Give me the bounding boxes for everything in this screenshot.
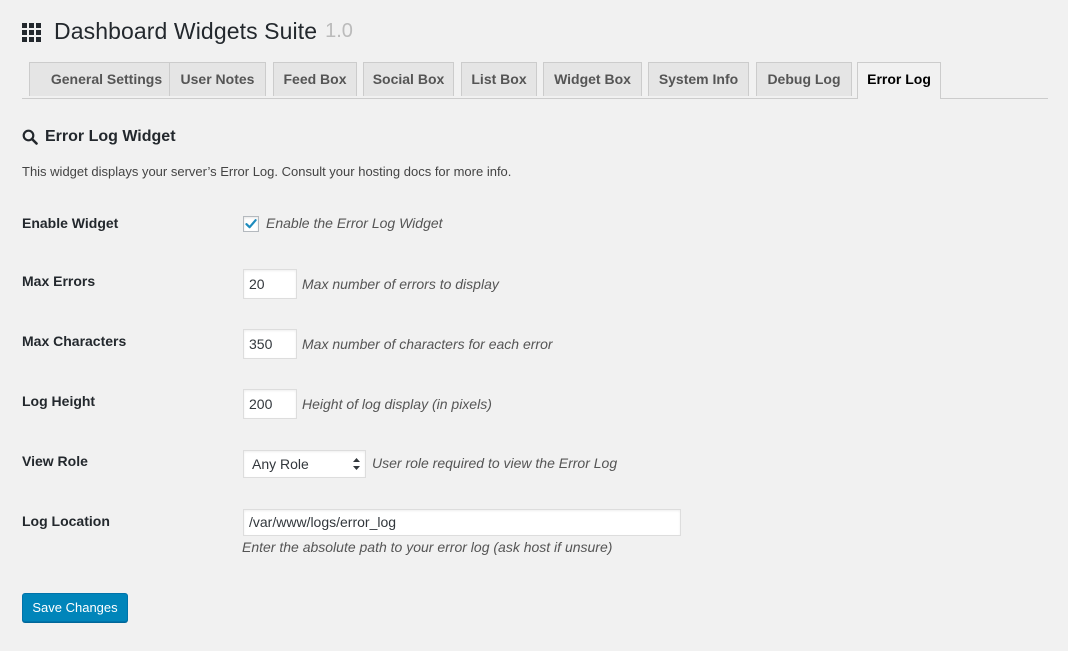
enable-widget-label: Enable Widget bbox=[22, 215, 119, 231]
log-location-label: Log Location bbox=[22, 513, 110, 529]
enable-widget-checkbox-label[interactable]: Enable the Error Log Widget bbox=[266, 215, 443, 231]
enable-widget-checkbox[interactable] bbox=[243, 216, 259, 232]
tab-debug-log[interactable]: Debug Log bbox=[756, 62, 852, 96]
section-title: Error Log Widget bbox=[22, 128, 176, 146]
tab-list-box[interactable]: List Box bbox=[461, 62, 537, 96]
page-title: Dashboard Widgets Suite bbox=[54, 18, 318, 44]
section-title-text: Error Log Widget bbox=[45, 128, 176, 145]
view-role-label: View Role bbox=[22, 453, 88, 469]
page-header: Dashboard Widgets Suite 1.0 bbox=[22, 18, 353, 45]
max-errors-label: Max Errors bbox=[22, 273, 96, 289]
max-characters-label: Max Characters bbox=[22, 333, 127, 349]
view-role-select[interactable]: Any Role bbox=[243, 450, 366, 478]
section-description: This widget displays your server’s Error… bbox=[22, 164, 512, 179]
max-characters-hint: Max number of characters for each error bbox=[302, 336, 553, 352]
tab-social-box[interactable]: Social Box bbox=[363, 62, 454, 96]
checkmark-icon bbox=[245, 219, 257, 229]
log-location-hint: Enter the absolute path to your error lo… bbox=[242, 539, 613, 555]
log-height-input[interactable]: 200 bbox=[243, 389, 297, 419]
log-location-input[interactable]: /var/www/logs/error_log bbox=[243, 509, 681, 536]
tab-widget-box[interactable]: Widget Box bbox=[543, 62, 642, 96]
tab-error-log[interactable]: Error Log bbox=[857, 62, 941, 99]
max-errors-input[interactable]: 20 bbox=[243, 269, 297, 299]
view-role-selected: Any Role bbox=[252, 456, 309, 472]
tab-feed-box[interactable]: Feed Box bbox=[273, 62, 357, 96]
grid-icon bbox=[22, 23, 43, 42]
tab-system-info[interactable]: System Info bbox=[648, 62, 749, 96]
tab-general-settings[interactable]: General Settings bbox=[29, 62, 184, 96]
view-role-hint: User role required to view the Error Log bbox=[372, 455, 618, 471]
tab-user-notes[interactable]: User Notes bbox=[169, 62, 266, 96]
search-icon bbox=[22, 129, 38, 145]
max-characters-input[interactable]: 350 bbox=[243, 329, 297, 359]
select-arrows-icon bbox=[353, 458, 360, 470]
log-height-hint: Height of log display (in pixels) bbox=[302, 396, 492, 412]
save-changes-button[interactable]: Save Changes bbox=[22, 593, 128, 622]
tab-bar: General Settings User Notes Feed Box Soc… bbox=[22, 62, 1048, 99]
log-height-label: Log Height bbox=[22, 393, 96, 409]
version-label: 1.0 bbox=[325, 20, 353, 42]
max-errors-hint: Max number of errors to display bbox=[302, 276, 499, 292]
